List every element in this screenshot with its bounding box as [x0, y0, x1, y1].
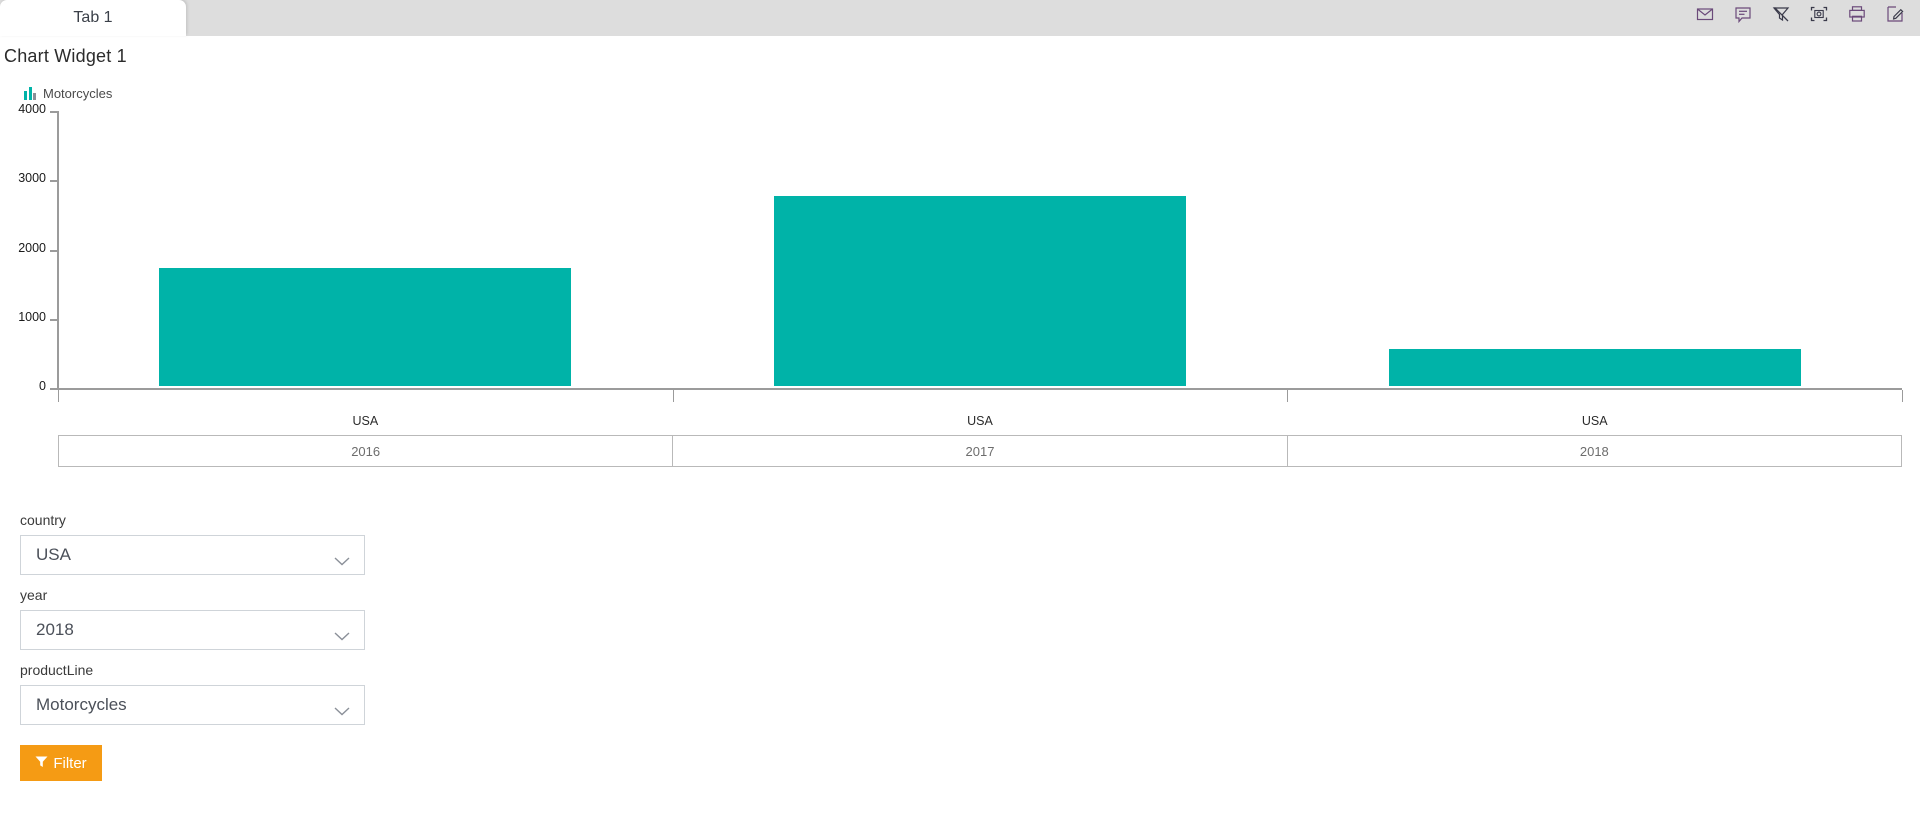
year-value: 2018 [36, 620, 74, 640]
x-separator [58, 390, 59, 402]
filter-button[interactable]: Filter [20, 745, 102, 781]
mail-icon[interactable] [1694, 3, 1716, 25]
chevron-down-icon [334, 626, 350, 646]
chart-legend: Motorcycles [0, 67, 1920, 101]
y-tick: 3000 [0, 180, 58, 181]
legend-series-label: Motorcycles [43, 86, 112, 101]
bar-chart: 0 1000 2000 3000 4000 [0, 107, 1920, 407]
y-tick: 2000 [0, 250, 58, 251]
bar[interactable] [774, 196, 1186, 386]
y-tick: 1000 [0, 319, 58, 320]
y-tick-label: 0 [39, 379, 46, 393]
country-select[interactable]: USA [20, 535, 365, 575]
field-year: year 2018 [20, 587, 1920, 650]
chevron-down-icon [334, 701, 350, 721]
y-tick-mark [50, 319, 57, 321]
filter-form: country USA year 2018 productLine Motorc… [0, 467, 1920, 781]
x-separator [673, 390, 674, 402]
x-separator [1287, 390, 1288, 402]
y-tick: 4000 [0, 111, 58, 112]
category-label: 2018 [1288, 436, 1901, 466]
y-tick-mark [50, 111, 57, 113]
category-group-row: USAUSAUSA [58, 407, 1902, 435]
y-tick-mark [50, 388, 57, 390]
y-tick-mark [50, 180, 57, 182]
category-label: 2016 [59, 436, 673, 466]
x-axis-line [57, 388, 1902, 390]
country-label: country [20, 512, 1920, 528]
y-tick-label: 1000 [18, 310, 46, 324]
comment-icon[interactable] [1732, 3, 1754, 25]
year-label: year [20, 587, 1920, 603]
group-label: USA [1287, 407, 1902, 435]
print-icon[interactable] [1846, 3, 1868, 25]
funnel-icon [35, 755, 48, 772]
product-line-value: Motorcycles [36, 695, 127, 715]
tab-1[interactable]: Tab 1 [0, 0, 186, 36]
year-select[interactable]: 2018 [20, 610, 365, 650]
country-value: USA [36, 545, 71, 565]
group-label: USA [673, 407, 1288, 435]
category-year-row: 201620172018 [58, 435, 1902, 467]
window-top-bar: Tab 1 [0, 0, 1920, 36]
y-tick-label: 4000 [18, 102, 46, 116]
y-tick: 0 [0, 388, 58, 389]
y-tick-label: 2000 [18, 241, 46, 255]
chevron-down-icon [334, 551, 350, 571]
y-tick-mark [50, 250, 57, 252]
plot-area [58, 111, 1902, 386]
category-label: 2017 [673, 436, 1287, 466]
clear-filter-icon[interactable] [1770, 3, 1792, 25]
page-title: Chart Widget 1 [0, 36, 1920, 67]
category-axis: USAUSAUSA 201620172018 [58, 407, 1902, 467]
bar[interactable] [1389, 349, 1801, 386]
x-separator [1902, 390, 1903, 402]
filter-button-label: Filter [53, 755, 86, 772]
bar[interactable] [159, 268, 571, 386]
field-country: country USA [20, 512, 1920, 575]
snapshot-icon[interactable] [1808, 3, 1830, 25]
field-product-line: productLine Motorcycles [20, 662, 1920, 725]
product-line-select[interactable]: Motorcycles [20, 685, 365, 725]
tab-label: Tab 1 [73, 9, 112, 27]
widget-toolbar [1694, 3, 1906, 25]
edit-icon[interactable] [1884, 3, 1906, 25]
y-tick-label: 3000 [18, 171, 46, 185]
product-line-label: productLine [20, 662, 1920, 678]
group-label: USA [58, 407, 673, 435]
bar-chart-icon [24, 87, 36, 100]
